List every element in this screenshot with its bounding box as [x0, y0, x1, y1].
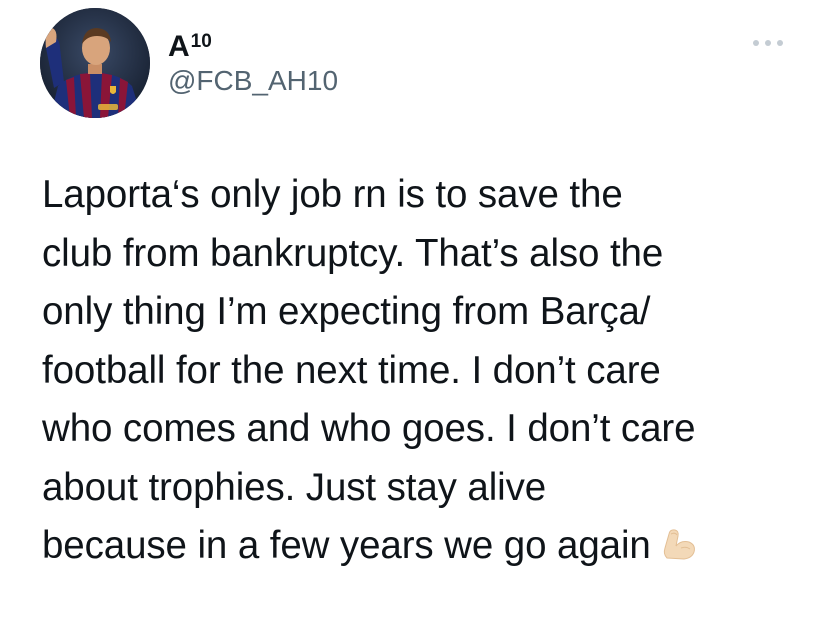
display-name-text: A: [168, 30, 190, 63]
tweet: A10 @FCB_AH10 Laporta‘s only job rn is t…: [0, 0, 828, 630]
avatar-image: [40, 8, 150, 118]
avatar[interactable]: [40, 8, 150, 118]
tweet-text-line-content: because in a few years we go again: [42, 524, 651, 567]
next-section-fragment: [140, 620, 260, 630]
ellipsis-dot: [777, 40, 783, 46]
tweet-text-line: club from bankruptcy. That’s also the: [42, 231, 664, 275]
tweet-text-line: football for the next time. I don’t care: [42, 348, 661, 392]
flexed-biceps-icon: [659, 524, 699, 564]
tweet-text-line-last: because in a few years we go again: [42, 517, 812, 576]
display-name-superscript: 10: [190, 31, 212, 52]
author-handle[interactable]: @FCB_AH10: [168, 64, 338, 98]
ellipsis-dot: [765, 40, 771, 46]
tweet-text-line: about trophies. Just stay alive: [42, 465, 547, 509]
tweet-text-line: only thing I’m expecting from Barça/: [42, 290, 651, 333]
tweet-text-line: Laporta‘s only job rn is to save the: [42, 173, 623, 216]
author-display-name[interactable]: A10: [168, 24, 212, 65]
tweet-text-line: who comes and who goes. I don’t care: [42, 407, 696, 450]
ellipsis-dot: [753, 40, 759, 46]
more-options-button[interactable]: [750, 30, 788, 54]
tweet-text: Laporta‘s only job rn is to save the clu…: [42, 166, 812, 576]
